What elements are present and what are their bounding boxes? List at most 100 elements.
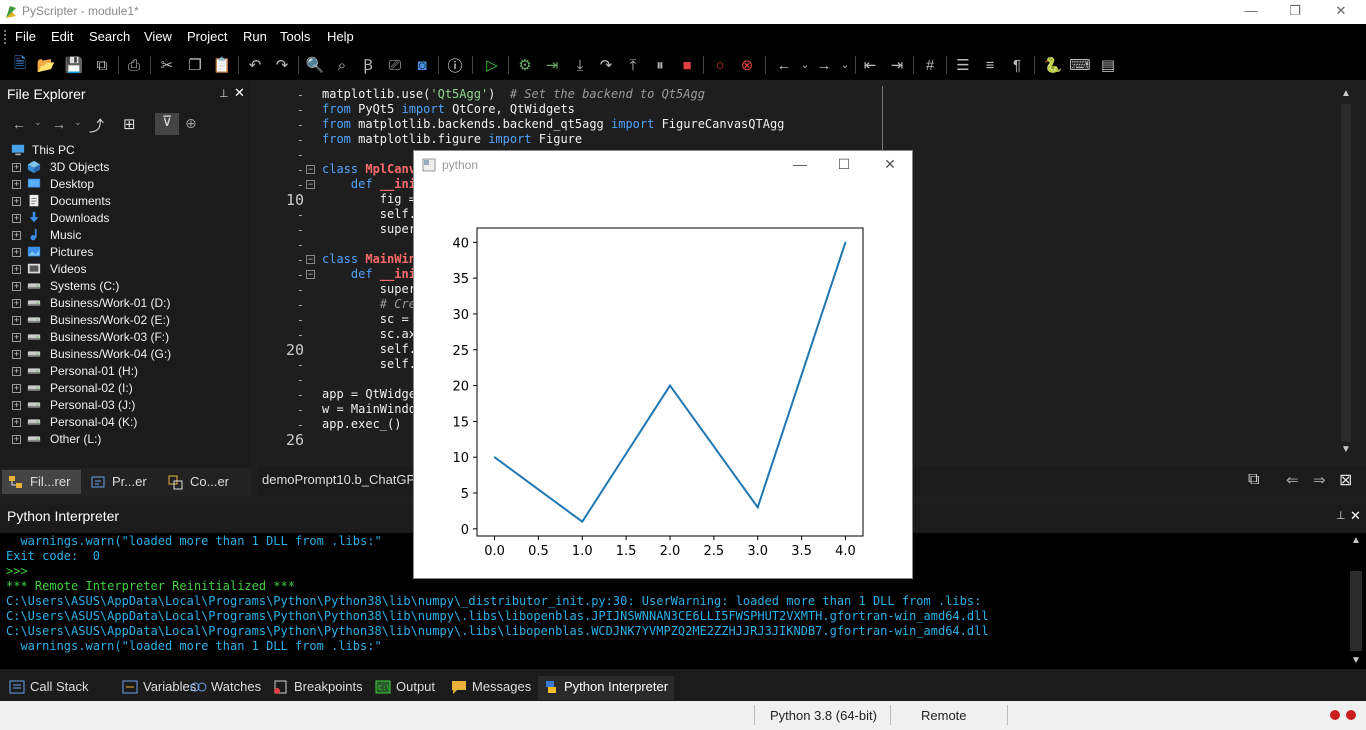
scroll-up-icon[interactable]: ▲ bbox=[1341, 88, 1351, 99]
tree-item[interactable]: + Business/Work-03 (F:) bbox=[4, 329, 244, 346]
new-folder-icon[interactable]: ⊕ bbox=[185, 115, 197, 132]
debug-icon[interactable]: ⚙ bbox=[515, 55, 535, 75]
scroll-thumb[interactable] bbox=[1341, 104, 1351, 442]
dedent-icon[interactable]: ⇥ bbox=[887, 55, 907, 75]
tree-item[interactable]: + Pictures bbox=[4, 244, 244, 261]
new-file-icon[interactable]: 🗎 bbox=[10, 55, 30, 75]
copy-icon[interactable]: ❐ bbox=[185, 55, 205, 75]
clear-breakpoints-icon[interactable]: ⊗ bbox=[737, 55, 757, 75]
close-panel-icon[interactable]: ✕ bbox=[234, 85, 245, 101]
tab-messages[interactable]: Messages bbox=[446, 676, 537, 700]
tree-item[interactable]: + Business/Work-01 (D:) bbox=[4, 295, 244, 312]
scroll-thumb[interactable] bbox=[1350, 571, 1362, 651]
matplotlib-window[interactable]: python — ☐ ✕ 0.0 0.5 1.0 1.5 2.0 2.5 3.0 3.5 4.0… bbox=[413, 150, 913, 579]
tree-item[interactable]: + Downloads bbox=[4, 210, 244, 227]
keyboard-icon[interactable]: ⌨ bbox=[1069, 55, 1091, 75]
menu-search[interactable]: Search bbox=[89, 29, 130, 44]
replace-icon[interactable]: Ꞵ bbox=[358, 55, 378, 75]
tree-item[interactable]: + Personal-03 (J:) bbox=[4, 397, 244, 414]
indent-icon[interactable]: ⇤ bbox=[860, 55, 880, 75]
tree-item[interactable]: + Desktop bbox=[4, 176, 244, 193]
minimize-button[interactable]: — bbox=[1228, 0, 1274, 24]
tree-item[interactable]: +3D Objects bbox=[4, 159, 244, 176]
back-dropdown-icon[interactable]: ⌄ bbox=[795, 55, 815, 75]
tree-item[interactable]: + Videos bbox=[4, 261, 244, 278]
parent-folder-icon[interactable]: ⤴ bbox=[89, 115, 104, 136]
tab-call-stack[interactable]: Call Stack bbox=[4, 676, 95, 700]
find-results-icon[interactable]: ◙ bbox=[412, 55, 432, 75]
tab-file-explorer[interactable]: Fil...rer bbox=[2, 470, 81, 494]
step-over-icon[interactable]: ↷ bbox=[596, 55, 616, 75]
pause-icon[interactable]: ⏸ bbox=[650, 55, 670, 75]
scroll-down-icon[interactable]: ▼ bbox=[1351, 655, 1361, 666]
open-file-icon[interactable]: 📂 bbox=[36, 55, 56, 75]
popup-close-button[interactable]: ✕ bbox=[870, 153, 910, 177]
expand-icon[interactable]: + bbox=[12, 384, 21, 393]
expand-icon[interactable]: + bbox=[12, 231, 21, 240]
tab-project-explorer[interactable]: Pr...er bbox=[84, 470, 160, 494]
fold-icon[interactable]: − bbox=[306, 255, 315, 264]
tree-item[interactable]: This PC bbox=[4, 142, 244, 159]
forward-dropdown-icon[interactable]: ⌄ bbox=[74, 117, 82, 128]
expand-icon[interactable]: + bbox=[12, 316, 21, 325]
engine-status[interactable]: Remote bbox=[921, 708, 967, 723]
tree-item[interactable]: + Personal-04 (K:) bbox=[4, 414, 244, 431]
paste-icon[interactable]: 📋 bbox=[212, 55, 232, 75]
expand-icon[interactable]: + bbox=[12, 401, 21, 410]
wrap-icon[interactable]: ≡ bbox=[980, 55, 1000, 75]
view-menu-icon[interactable]: ⊞ bbox=[123, 115, 136, 133]
run-to-cursor-icon[interactable]: ⇥ bbox=[542, 55, 562, 75]
prev-tab-icon[interactable]: ⇐ bbox=[1286, 471, 1299, 489]
scroll-down-icon[interactable]: ▼ bbox=[1341, 444, 1351, 455]
step-out-icon[interactable]: ⤒ bbox=[623, 55, 643, 75]
tree-item[interactable]: + Documents bbox=[4, 193, 244, 210]
stop-icon[interactable]: ■ bbox=[677, 55, 697, 75]
expand-icon[interactable]: + bbox=[12, 282, 21, 291]
menu-help[interactable]: Help bbox=[327, 29, 354, 44]
tree-item[interactable]: + Systems (C:) bbox=[4, 278, 244, 295]
expand-icon[interactable]: + bbox=[12, 163, 21, 172]
expand-icon[interactable]: + bbox=[12, 367, 21, 376]
comment-icon[interactable]: # bbox=[920, 55, 940, 75]
close-tab-icon[interactable]: ⊠ bbox=[1339, 470, 1352, 490]
toggle-breakpoint-icon[interactable]: ○ bbox=[710, 55, 730, 75]
find-in-files-icon[interactable]: ⎚ bbox=[385, 55, 405, 75]
back-dropdown-icon[interactable]: ⌄ bbox=[34, 117, 42, 128]
menu-project[interactable]: Project bbox=[187, 29, 227, 44]
list-icon[interactable]: ☰ bbox=[953, 55, 973, 75]
paragraph-icon[interactable]: ¶ bbox=[1007, 55, 1027, 75]
python-engine-icon[interactable]: 🐍 bbox=[1043, 55, 1063, 75]
forward-dropdown-icon[interactable]: ⌄ bbox=[835, 55, 855, 75]
expand-icon[interactable]: + bbox=[12, 248, 21, 257]
tab-breakpoints[interactable]: Breakpoints bbox=[268, 676, 369, 700]
save-all-icon[interactable]: ⧉ bbox=[92, 55, 112, 75]
expand-icon[interactable]: + bbox=[12, 299, 21, 308]
cut-icon[interactable]: ✂ bbox=[157, 55, 177, 75]
close-panel-icon[interactable]: ✕ bbox=[1350, 508, 1361, 524]
expand-icon[interactable]: + bbox=[12, 435, 21, 444]
menu-run[interactable]: Run bbox=[243, 29, 267, 44]
back-icon[interactable]: ← bbox=[12, 116, 26, 132]
window-list-icon[interactable]: ⧉ bbox=[1248, 471, 1259, 489]
expand-icon[interactable]: + bbox=[12, 265, 21, 274]
expand-icon[interactable]: + bbox=[12, 350, 21, 359]
maximize-button[interactable]: ❐ bbox=[1272, 0, 1318, 24]
expand-icon[interactable]: + bbox=[12, 418, 21, 427]
expand-icon[interactable]: + bbox=[12, 333, 21, 342]
tree-item[interactable]: + Business/Work-04 (G:) bbox=[4, 346, 244, 363]
pin-icon[interactable]: ⊥ bbox=[1336, 509, 1346, 522]
tab-watches[interactable]: Watches bbox=[185, 676, 267, 700]
next-tab-icon[interactable]: ⇒ bbox=[1313, 471, 1326, 489]
editor-scrollbar[interactable]: ▲ ▼ bbox=[1338, 86, 1354, 460]
tab-python-interpreter[interactable]: Python Interpreter bbox=[538, 676, 675, 700]
expand-icon[interactable]: + bbox=[12, 214, 21, 223]
close-window-button[interactable]: ✕ bbox=[1318, 0, 1364, 24]
tree-item[interactable]: + Other (L:) bbox=[4, 431, 244, 448]
step-into-icon[interactable]: ⤓ bbox=[570, 55, 590, 75]
interpreter-scrollbar[interactable]: ▲ ▼ bbox=[1346, 533, 1366, 669]
tree-item[interactable]: + Business/Work-02 (E:) bbox=[4, 312, 244, 329]
expand-icon[interactable]: + bbox=[12, 180, 21, 189]
popup-minimize-button[interactable]: — bbox=[780, 153, 820, 177]
info-icon[interactable]: ⓘ bbox=[445, 55, 465, 75]
tab-code-explorer[interactable]: Co...er bbox=[162, 470, 248, 494]
